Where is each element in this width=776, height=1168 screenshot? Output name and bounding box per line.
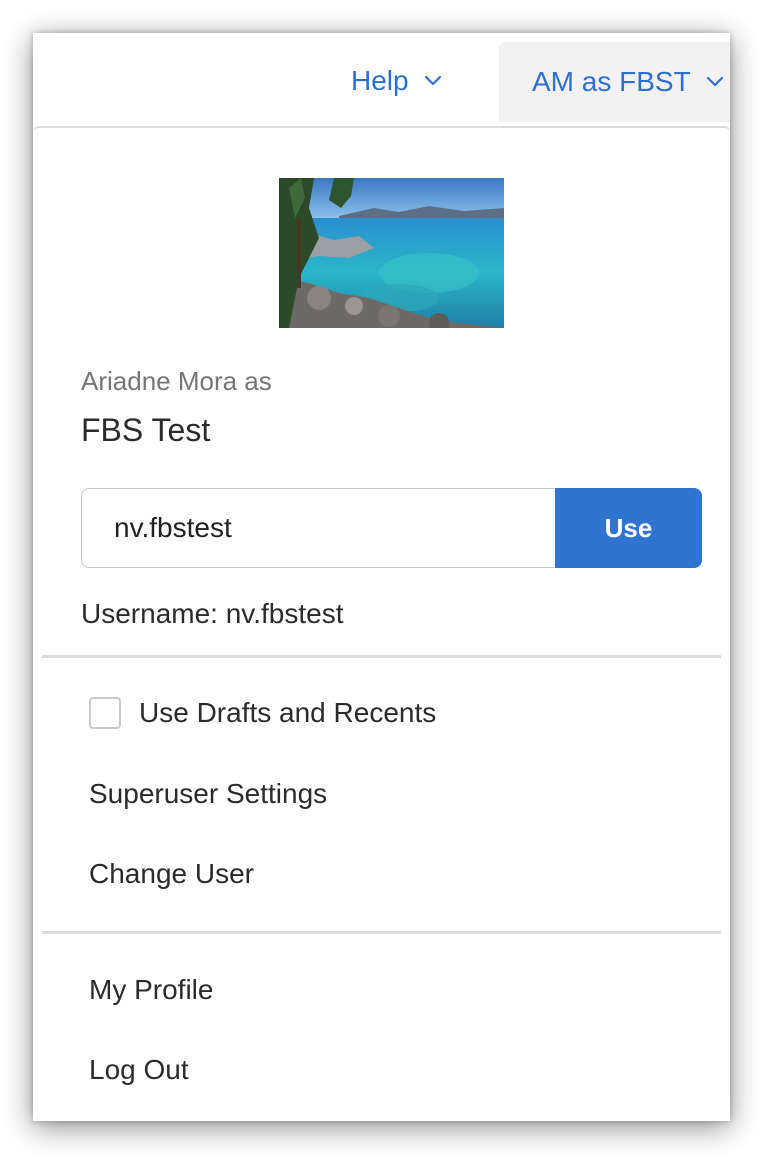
user-dropdown-menu: Ariadne Mora as FBS Test Use Username: n… <box>33 126 730 1121</box>
user-menu-button[interactable]: AM as FBST <box>499 42 730 122</box>
chevron-down-icon <box>424 75 441 86</box>
help-menu-button[interactable]: Help <box>351 49 443 113</box>
switch-user-form: Use <box>81 488 702 568</box>
profile-photo <box>279 178 504 328</box>
use-drafts-label: Use Drafts and Recents <box>139 697 437 728</box>
acting-as-subtitle: Ariadne Mora as <box>81 366 272 396</box>
menu-divider <box>42 655 721 658</box>
account-name: FBS Test <box>81 412 211 448</box>
username-label: Username: nv.fbstest <box>81 598 344 629</box>
use-drafts-checkbox[interactable] <box>89 697 121 729</box>
help-menu-label: Help <box>351 65 409 96</box>
app-window: Help AM as FBST Ariadne Mora as FBS Test… <box>33 33 730 1121</box>
superuser-settings-label: Superuser Settings <box>89 778 328 809</box>
username-input[interactable] <box>81 488 555 568</box>
user-menu-label: AM as FBST <box>532 66 691 97</box>
lake-landscape-photo <box>279 178 504 328</box>
use-button[interactable]: Use <box>555 488 702 568</box>
top-bar: Help AM as FBST <box>33 33 730 125</box>
menu-divider <box>42 931 721 934</box>
change-user-label: Change User <box>89 858 254 889</box>
my-profile-item[interactable]: My Profile <box>89 974 213 1006</box>
log-out-item[interactable]: Log Out <box>89 1054 189 1086</box>
chevron-down-icon <box>706 76 723 87</box>
my-profile-label: My Profile <box>89 974 214 1005</box>
log-out-label: Log Out <box>89 1054 189 1085</box>
use-drafts-option[interactable]: Use Drafts and Recents <box>89 697 436 729</box>
superuser-settings-item[interactable]: Superuser Settings <box>89 778 327 810</box>
change-user-item[interactable]: Change User <box>89 858 254 890</box>
